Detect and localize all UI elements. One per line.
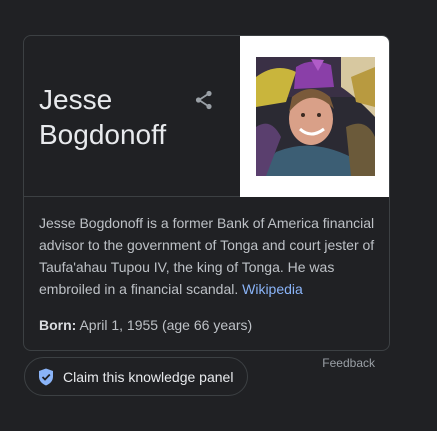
born-value: April 1, 1955 (age 66 years) [79,317,253,333]
born-label: Born: [39,317,77,333]
panel-header: Jesse Bogdonoff [24,36,389,197]
shield-check-icon [38,368,54,386]
feedback-link[interactable]: Feedback [322,356,375,370]
title-line-2: Bogdonoff [39,119,167,150]
portrait-photo[interactable] [256,57,375,176]
wikipedia-link[interactable]: Wikipedia [242,281,303,297]
claim-panel-button[interactable]: Claim this knowledge panel [24,357,248,396]
share-icon[interactable] [192,88,216,112]
claim-panel-label: Claim this knowledge panel [63,368,234,385]
born-fact: Born: April 1, 1955 (age 66 years) [39,315,252,335]
knowledge-panel: Jesse Bogdonoff Jesse Bogdonoff is a for… [23,35,390,351]
title-line-1: Jesse [39,84,113,115]
page-title: Jesse Bogdonoff [39,82,199,152]
portrait-frame[interactable] [240,36,389,197]
description-text: Jesse Bogdonoff is a former Bank of Amer… [39,215,375,297]
description: Jesse Bogdonoff is a former Bank of Amer… [39,212,384,300]
